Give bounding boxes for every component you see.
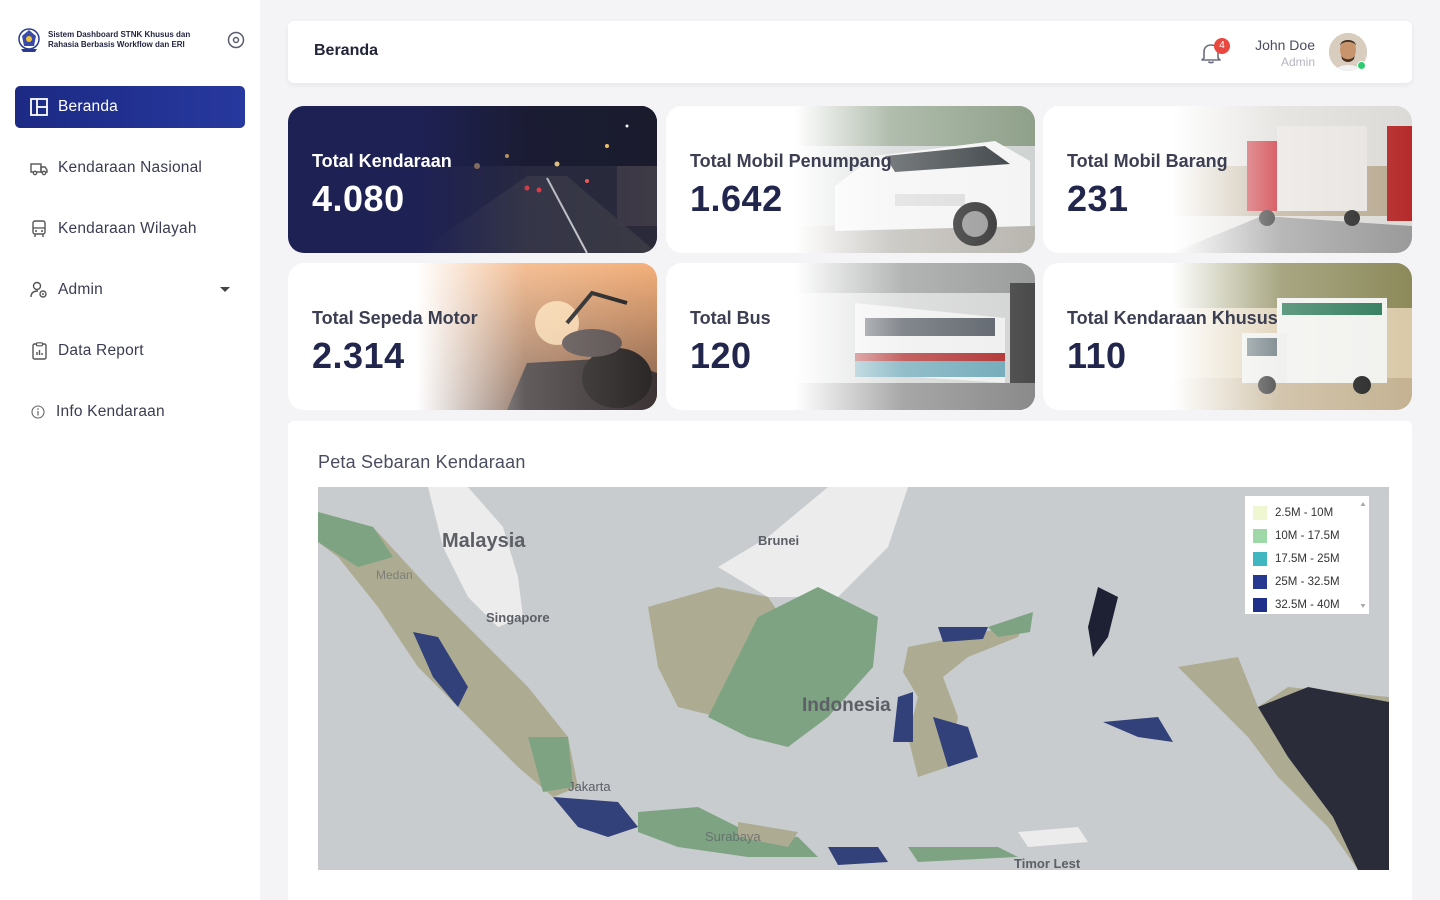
legend-swatch: [1253, 597, 1267, 612]
map-label-jakarta: Jakarta: [568, 779, 611, 794]
map-panel: Peta Sebaran Kendaraan Malaysia Brunei M…: [288, 421, 1412, 900]
stat-card-total-kendaraan-khusus[interactable]: Total Kendaraan Khusus 110: [1043, 263, 1412, 410]
legend-label: 32.5M - 40M: [1275, 598, 1340, 611]
legend-item: 2.5M - 10M: [1253, 501, 1369, 524]
card-label: Total Mobil Penumpang: [690, 151, 892, 171]
legend-label: 10M - 17.5M: [1275, 529, 1340, 542]
map-label-medan: Medan: [376, 568, 413, 582]
user-gear-icon: [29, 280, 49, 300]
sidebar-item-data-report[interactable]: Data Report: [15, 330, 245, 372]
brand[interactable]: Sistem Dashboard STNK Khusus dan Rahasia…: [16, 24, 246, 56]
legend-item: 10M - 17.5M: [1253, 524, 1369, 547]
online-status-indicator: [1357, 61, 1366, 70]
sidebar-item-label: Admin: [58, 281, 103, 298]
user-name[interactable]: John Doe: [1255, 37, 1315, 53]
brand-title: Sistem Dashboard STNK Khusus dan Rahasia…: [48, 30, 191, 49]
sidebar-item-label: Beranda: [58, 98, 119, 115]
stat-card-total-kendaraan[interactable]: Total Kendaraan 4.080: [288, 106, 657, 253]
truck-icon: [29, 158, 49, 178]
sidebar-nav: Beranda Kendaraan Nasional Kendaraan Wil…: [15, 86, 245, 452]
stat-card-total-sepeda-motor[interactable]: Total Sepeda Motor 2.314: [288, 263, 657, 410]
card-label: Total Sepeda Motor: [312, 308, 478, 328]
card-label: Total Kendaraan: [312, 151, 452, 171]
sidebar-item-label: Data Report: [58, 342, 144, 359]
page-title: Beranda: [314, 42, 379, 59]
sidebar-item-kendaraan-nasional[interactable]: Kendaraan Nasional: [15, 147, 245, 189]
police-emblem-icon: [18, 28, 40, 52]
legend-swatch: [1253, 528, 1267, 543]
map-label-singapore: Singapore: [486, 610, 550, 625]
truck-image: [1172, 106, 1412, 253]
clipboard-icon: [29, 341, 49, 361]
card-label: Total Kendaraan Khusus: [1067, 308, 1278, 328]
card-value: 120: [690, 335, 752, 376]
map-label-malaysia: Malaysia: [442, 530, 526, 552]
top-header: Beranda 4 John Doe Admin: [288, 21, 1412, 83]
card-value: 4.080: [312, 178, 405, 219]
legend-scrollbar[interactable]: [1360, 500, 1366, 610]
sidebar-item-admin[interactable]: Admin: [15, 269, 245, 311]
card-value: 110: [1067, 335, 1127, 376]
notification-badge: 4: [1214, 38, 1230, 54]
legend-item: 32.5M - 40M: [1253, 593, 1369, 616]
card-value: 1.642: [690, 178, 783, 219]
night-street-image: [417, 106, 657, 253]
chevron-down-icon: [220, 287, 230, 292]
sidebar-item-label: Kendaraan Nasional: [58, 159, 203, 176]
suv-image: [795, 106, 1035, 253]
legend-swatch: [1253, 574, 1267, 589]
sidebar-item-label: Kendaraan Wilayah: [58, 220, 197, 237]
sidebar: Sistem Dashboard STNK Khusus dan Rahasia…: [0, 0, 260, 900]
map-label-brunei: Brunei: [758, 533, 800, 548]
info-icon: [29, 402, 47, 422]
sidebar-item-beranda[interactable]: Beranda: [15, 86, 245, 128]
sidebar-toggle-icon[interactable]: [226, 30, 246, 50]
map-label-indonesia: Indonesia: [802, 695, 891, 716]
card-value: 231: [1067, 178, 1129, 219]
user-role: Admin: [1280, 55, 1315, 69]
legend-label: 25M - 32.5M: [1275, 575, 1340, 588]
ambulance-image: [1172, 263, 1412, 410]
stat-card-total-bus[interactable]: Total Bus 120: [666, 263, 1035, 410]
stat-card-total-mobil-penumpang[interactable]: Total Mobil Penumpang 1.642: [666, 106, 1035, 253]
stat-card-total-mobil-barang[interactable]: Total Mobil Barang 231: [1043, 106, 1412, 253]
card-label: Total Mobil Barang: [1067, 151, 1228, 171]
bus-image: [795, 263, 1035, 410]
legend-item: 17.5M - 25M: [1253, 547, 1369, 570]
sidebar-item-label: Info Kendaraan: [56, 403, 165, 420]
sidebar-item-info-kendaraan[interactable]: Info Kendaraan: [15, 391, 245, 433]
legend-label: 2.5M - 10M: [1275, 506, 1334, 519]
choropleth-map[interactable]: Malaysia Brunei Medan Singapore Indonesi…: [318, 487, 1389, 870]
map-label-surabaya: Surabaya: [705, 829, 761, 844]
card-value: 2.314: [312, 335, 405, 376]
layout-icon: [29, 97, 49, 117]
motorcycle-image: [417, 263, 657, 410]
legend-swatch: [1253, 551, 1267, 566]
bus-icon: [29, 219, 49, 239]
legend-item: 25M - 32.5M: [1253, 570, 1369, 593]
legend-label: 17.5M - 25M: [1275, 552, 1340, 565]
map-legend: 2.5M - 10M 10M - 17.5M 17.5M - 25M 25M -…: [1245, 496, 1369, 614]
sidebar-item-kendaraan-wilayah[interactable]: Kendaraan Wilayah: [15, 208, 245, 250]
legend-swatch: [1253, 505, 1267, 520]
map-title: Peta Sebaran Kendaraan: [318, 452, 526, 472]
map-label-timor: Timor Lest: [1014, 856, 1081, 870]
card-label: Total Bus: [690, 308, 771, 328]
